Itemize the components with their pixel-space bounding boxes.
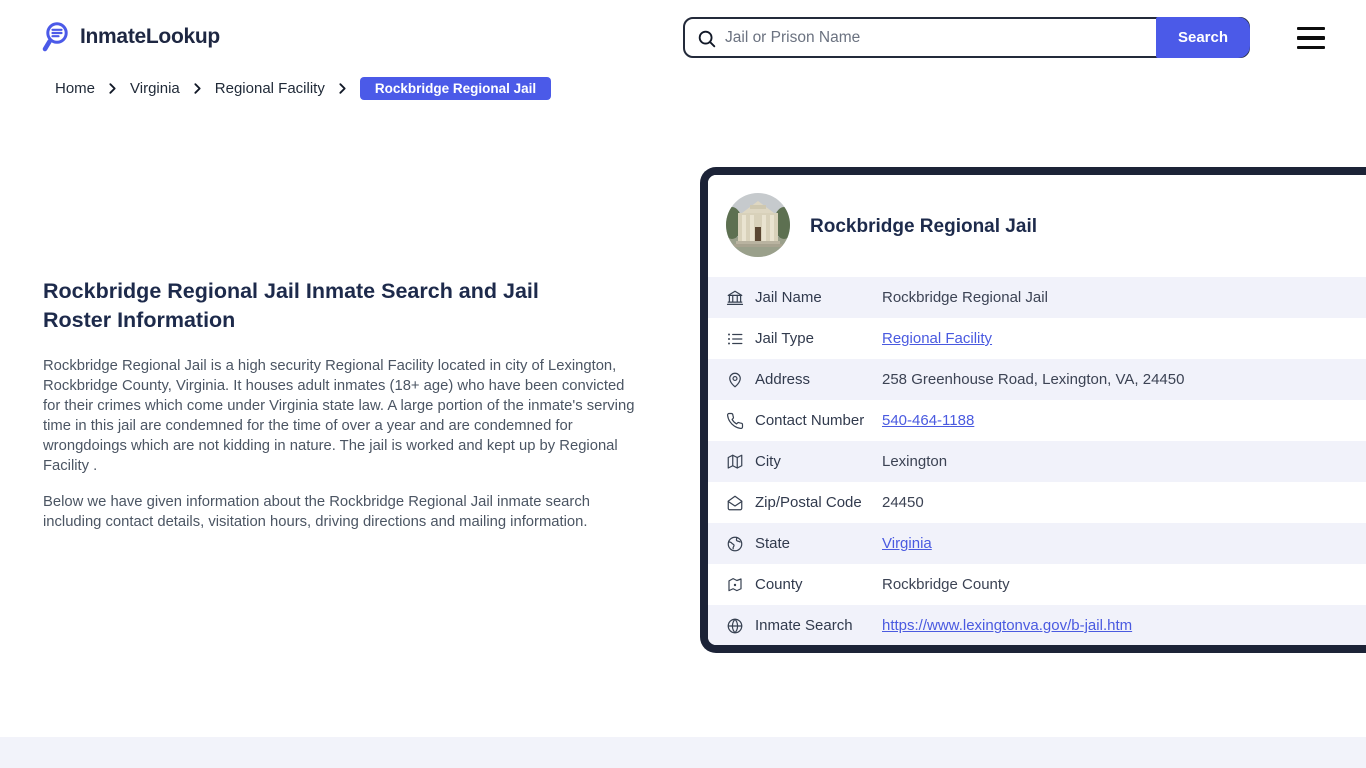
bank-icon [726,289,744,307]
facility-card-header: Rockbridge Regional Jail [708,175,1366,277]
hamburger-menu-icon[interactable] [1297,27,1325,49]
intro-paragraph: Rockbridge Regional Jail is a high secur… [43,358,635,474]
table-row-jail-type: Jail Type Regional Facility [708,318,1366,359]
table-row-county: County Rockbridge County [708,564,1366,605]
chevron-right-icon [106,82,119,95]
search-icon [696,28,718,50]
table-row-address: Address 258 Greenhouse Road, Lexington, … [708,359,1366,400]
county-value: Rockbridge County [882,576,1010,593]
list-icon [726,330,744,348]
table-row-zip: Zip/Postal Code 24450 [708,482,1366,523]
map-marker-icon [726,576,744,594]
table-row-city: City Lexington [708,441,1366,482]
table-row-state: State Virginia [708,523,1366,564]
row-label: State [755,535,791,552]
row-label: Contact Number [755,412,865,429]
row-label: Zip/Postal Code [755,494,862,511]
magnifier-list-icon [40,20,72,54]
row-label: Address [755,371,811,388]
address-value: 258 Greenhouse Road, Lexington, VA, 2445… [882,371,1185,388]
facility-photo [726,193,790,257]
page: InmateLookup Search Home Virginia Region… [0,0,1366,768]
search-bar: Search [683,17,1250,58]
envelope-icon [726,494,744,512]
page-title: Rockbridge Regional Jail Inmate Search a… [43,279,539,332]
jail-name-value: Rockbridge Regional Jail [882,289,1048,306]
inmate-search-link[interactable]: https://www.lexingtonva.gov/b-jail.htm [882,617,1132,634]
breadcrumb: Home Virginia Regional Facility Rockbrid… [55,76,552,100]
planet-icon [726,535,744,553]
table-row-contact-number: Contact Number 540-464-1188 [708,400,1366,441]
search-button[interactable]: Search [1156,17,1250,58]
table-row-jail-name: Jail Name Rockbridge Regional Jail [708,277,1366,318]
chevron-right-icon [191,82,204,95]
row-label: City [755,453,781,470]
zip-value: 24450 [882,494,924,511]
brand-logo[interactable]: InmateLookup [40,20,220,54]
globe-icon [726,617,744,635]
jail-type-link[interactable]: Regional Facility [882,330,992,347]
city-value: Lexington [882,453,948,470]
table-row-inmate-search: Inmate Search https://www.lexingtonva.go… [708,605,1366,645]
info-paragraph: Below we have given information about th… [43,494,590,530]
breadcrumb-regional-facility[interactable]: Regional Facility [215,80,325,97]
state-link[interactable]: Virginia [882,535,932,552]
breadcrumb-virginia[interactable]: Virginia [130,80,180,97]
row-label: Jail Name [755,289,822,306]
map-icon [726,453,744,471]
facility-name-title: Rockbridge Regional Jail [810,216,1037,237]
phone-icon [726,412,744,430]
breadcrumb-current-badge: Rockbridge Regional Jail [359,76,552,100]
chevron-right-icon [336,82,349,95]
contact-number-link[interactable]: 540-464-1188 [882,412,974,429]
footer-strip [0,737,1366,768]
row-label: Jail Type [755,330,814,347]
map-pin-icon [726,371,744,389]
facility-card: Rockbridge Regional Jail Jail Name Rockb… [700,167,1366,653]
breadcrumb-home[interactable]: Home [55,80,95,97]
brand-name: InmateLookup [80,25,220,48]
row-label: County [755,576,803,593]
search-input[interactable] [725,19,1195,56]
row-label: Inmate Search [755,617,853,634]
